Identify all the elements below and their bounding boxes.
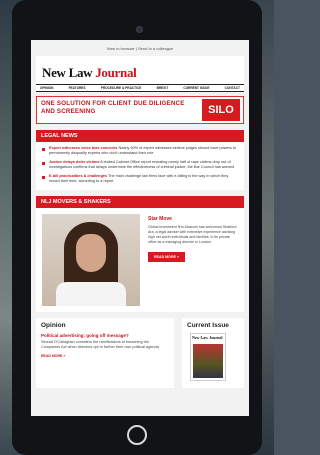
opinion-headline[interactable]: Political advertising: going off message… xyxy=(41,333,169,338)
view-in-browser-link[interactable]: View in browser | Send to a colleague xyxy=(31,40,249,56)
legal-news-list: Expert witnesses voice bias concerns Nea… xyxy=(36,142,244,190)
news-item[interactable]: E-bill practicalities & challenges The m… xyxy=(42,174,238,184)
nav-contact[interactable]: CONTACT xyxy=(225,86,240,90)
news-headline[interactable]: Justice delays deter victims xyxy=(49,160,99,164)
bullet-icon xyxy=(42,176,45,179)
read-more-button[interactable]: READ MORE » xyxy=(148,252,185,262)
ad-banner-text: ONE SOLUTION FOR CLIENT DUE DILIGENCE AN… xyxy=(41,100,185,115)
bullet-icon xyxy=(42,162,45,165)
nav-opinion[interactable]: OPINION xyxy=(40,86,53,90)
cover-logo: New Law Journal xyxy=(192,335,223,340)
movers-section: Star Move Global investment firm Abacum … xyxy=(36,208,244,312)
opinion-body: Sinead O'Callaghan considers the ramific… xyxy=(41,340,159,349)
current-issue-cover[interactable]: New Law Journal xyxy=(190,333,226,381)
mover-description: Global investment firm Abacum has welcom… xyxy=(148,225,237,244)
newlawjournal-logo[interactable]: New Law Journal xyxy=(42,65,137,80)
nav-procedure-practice[interactable]: PROCEDURE & PRACTICE xyxy=(101,86,142,90)
masthead: New Law Journal xyxy=(36,56,244,84)
opinion-title: Opinion xyxy=(41,322,66,329)
news-headline[interactable]: Expert witnesses voice bias concerns xyxy=(49,146,117,150)
news-item[interactable]: Justice delays deter victims A leaked Ca… xyxy=(42,160,238,170)
tablet-frame: View in browser | Send to a colleague Ne… xyxy=(12,0,262,455)
current-issue-title: Current Issue xyxy=(187,322,229,329)
nav-features[interactable]: FEATURES xyxy=(69,86,86,90)
nav-brexit[interactable]: BREXIT xyxy=(157,86,169,90)
movers-heading: NLJ MOVERS & SHAKERS xyxy=(36,196,244,208)
legal-news-heading: LEGAL NEWS xyxy=(36,130,244,142)
mover-info: Star Move Global investment firm Abacum … xyxy=(140,214,238,306)
home-button[interactable] xyxy=(127,425,147,445)
silo-logo: SILO xyxy=(202,99,240,121)
current-issue-column: Current Issue New Law Journal xyxy=(182,318,244,388)
main-nav: OPINION FEATURES PROCEDURE & PRACTICE BR… xyxy=(36,84,244,92)
camera-icon xyxy=(136,26,143,33)
opinion-read-more-link[interactable]: READ MORE » xyxy=(41,354,169,358)
mover-title[interactable]: Star Move xyxy=(148,216,238,222)
news-item[interactable]: Expert witnesses voice bias concerns Nea… xyxy=(42,146,238,156)
nav-current-issue[interactable]: CURRENT ISSUE xyxy=(183,86,209,90)
email-screen: View in browser | Send to a colleague Ne… xyxy=(31,40,249,416)
news-headline[interactable]: E-bill practicalities & challenges xyxy=(49,174,107,178)
bullet-icon xyxy=(42,148,45,151)
mover-photo xyxy=(42,214,140,306)
cover-image xyxy=(193,344,223,378)
opinion-column: Opinion Political advertising: going off… xyxy=(36,318,174,388)
header-card: New Law Journal OPINION FEATURES PROCEDU… xyxy=(36,56,244,92)
ad-banner[interactable]: ONE SOLUTION FOR CLIENT DUE DILIGENCE AN… xyxy=(36,96,244,124)
bottom-columns: Opinion Political advertising: going off… xyxy=(36,318,244,388)
